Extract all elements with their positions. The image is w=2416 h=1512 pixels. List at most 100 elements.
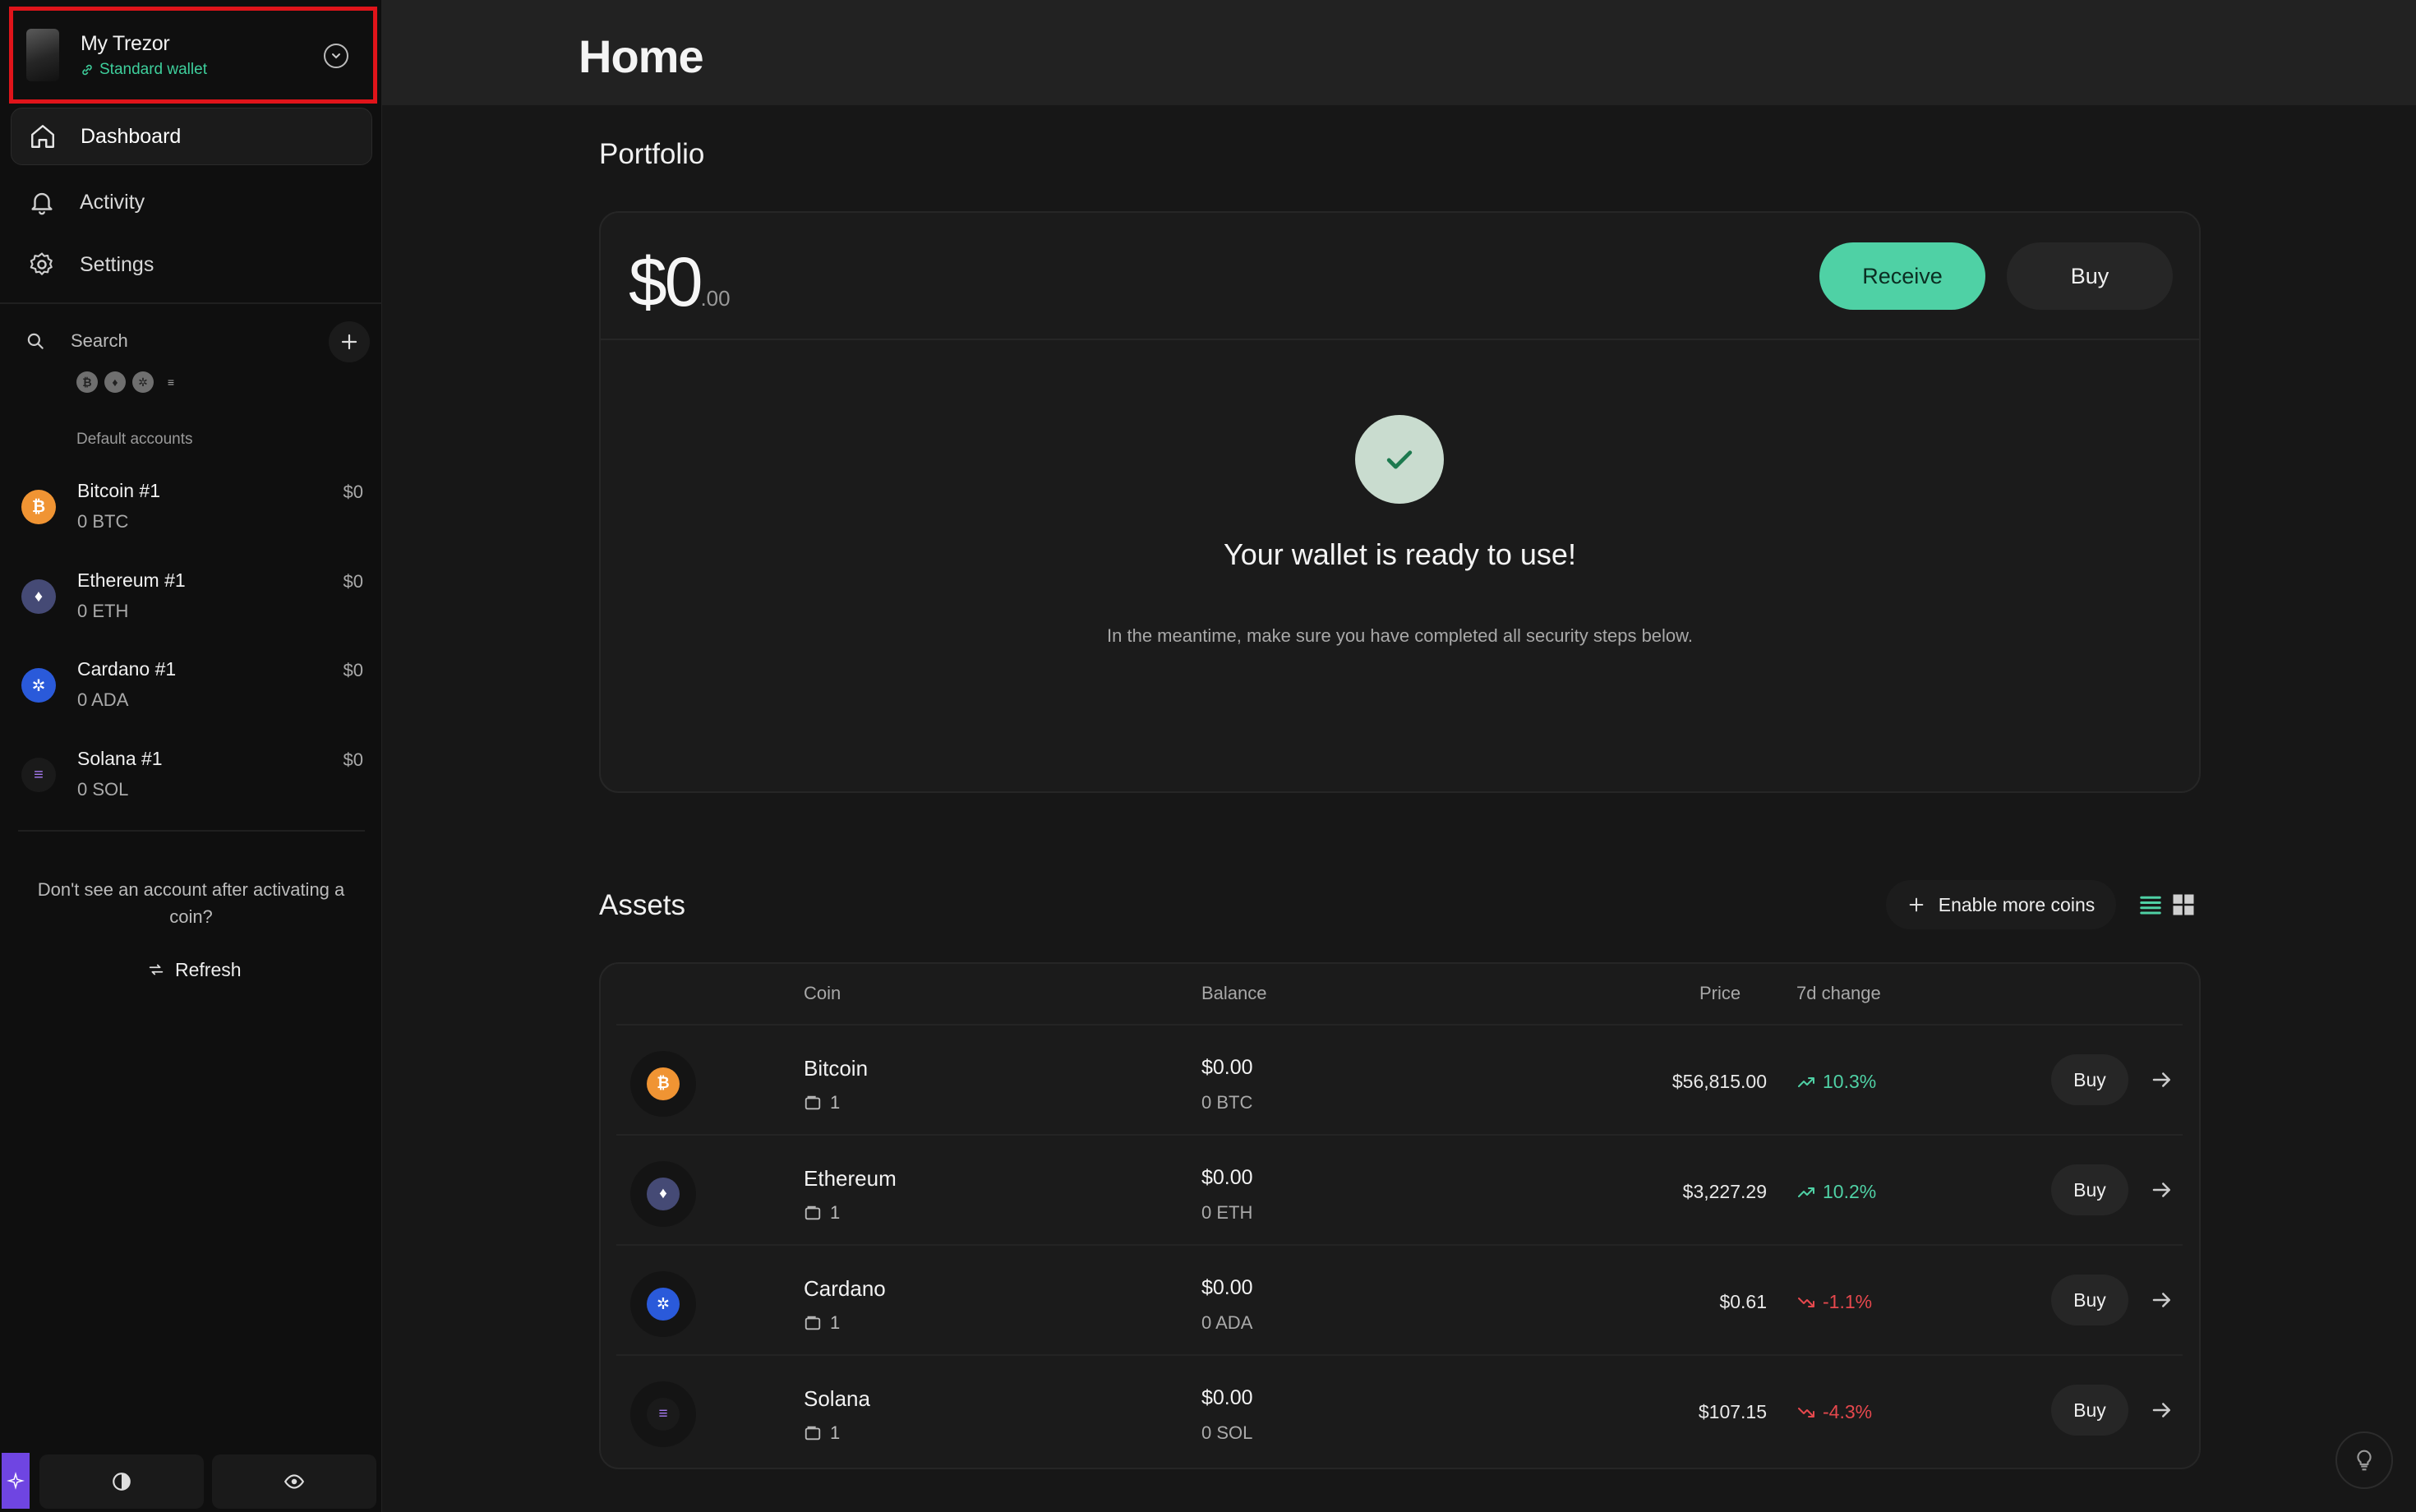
solana-icon: ≡ (21, 758, 56, 792)
change-value: -4.3% (1823, 1401, 1873, 1422)
bitcoin-icon: ₿ (647, 1067, 680, 1100)
account-solana[interactable]: ≡ Solana #1 0 SOL $0 (18, 738, 363, 812)
coin-price: $56,815.00 (1671, 1071, 1767, 1092)
table-row[interactable]: ♦ Ethereum 1 $0.00 0 ETH $3,227.29 10.2%… (599, 1135, 2201, 1245)
column-header-price: Price (1699, 983, 1741, 1003)
refresh-button[interactable]: Refresh (134, 952, 255, 988)
wallet-type-row: Standard wallet (81, 61, 207, 79)
accounts-count: 1 (830, 1202, 841, 1223)
bell-icon (25, 186, 58, 219)
filter-ada[interactable]: ✲ (132, 371, 154, 393)
arrow-right-icon[interactable] (2150, 1178, 2174, 1202)
filter-sol[interactable]: ≡ (160, 371, 182, 393)
account-search[interactable]: Search (25, 321, 370, 362)
coin-balance: $0.00 (1201, 1386, 1253, 1409)
buy-coin-button[interactable]: Buy (2051, 1385, 2128, 1436)
account-ethereum[interactable]: ♦ Ethereum #1 0 ETH $0 (18, 560, 363, 634)
arrow-right-icon[interactable] (2150, 1398, 2174, 1422)
list-view-icon[interactable] (2138, 892, 2163, 917)
buy-coin-button[interactable]: Buy (2051, 1275, 2128, 1325)
coin-price: $107.15 (1698, 1401, 1767, 1422)
account-name: Cardano #1 (77, 658, 177, 680)
discreet-mode-button[interactable] (212, 1454, 376, 1509)
coin-balance-crypto: 0 BTC (1201, 1092, 1253, 1113)
receive-button[interactable]: Receive (1819, 242, 1985, 310)
add-account-button[interactable] (329, 321, 370, 362)
arrow-right-icon[interactable] (2150, 1288, 2174, 1312)
portfolio-card: $0 .00 Receive Buy Your wallet is ready … (599, 211, 2201, 793)
account-amount: 0 BTC (77, 511, 129, 532)
missing-account-hint: Don't see an account after activating a … (37, 879, 345, 927)
trend-up-icon (1798, 1076, 1814, 1087)
search-label: Search (71, 330, 128, 351)
wallet-icon (805, 1095, 821, 1110)
contrast-icon (113, 1473, 131, 1491)
ready-title: Your wallet is ready to use! (1224, 537, 1576, 571)
page-title: Home (579, 30, 704, 82)
cardano-icon: ✲ (21, 668, 56, 703)
wallet-type: Standard wallet (99, 60, 207, 78)
coin-change: 10.2% (1796, 1181, 1876, 1203)
account-cardano[interactable]: ✲ Cardano #1 0 ADA $0 (18, 648, 363, 722)
coin-change: -1.1% (1796, 1291, 1872, 1313)
nav-activity[interactable]: Activity (11, 173, 372, 231)
account-bitcoin[interactable]: ₿ Bitcoin #1 0 BTC $0 (18, 470, 363, 544)
sidebar: My Trezor Standard wallet Dashboard Acti… (0, 0, 382, 1512)
theme-toggle-button[interactable] (39, 1454, 204, 1509)
nav-label: Settings (80, 252, 154, 276)
change-value: 10.3% (1823, 1071, 1877, 1092)
refresh-icon (149, 964, 164, 975)
coin-name: Solana (804, 1386, 870, 1411)
buy-coin-button[interactable]: Buy (2051, 1054, 2128, 1105)
coin-balance: $0.00 (1201, 1056, 1253, 1079)
nav-label: Dashboard (81, 124, 182, 148)
lightbulb-icon[interactable] (2335, 1431, 2393, 1489)
coin-balance: $0.00 (1201, 1276, 1253, 1299)
buy-button[interactable]: Buy (2007, 242, 2173, 310)
balance-main: $0 (629, 243, 703, 320)
accounts-count: 1 (830, 1092, 841, 1113)
coin-balance-crypto: 0 ETH (1201, 1202, 1253, 1223)
wallet-icon (805, 1426, 821, 1441)
coin-accounts: 1 (804, 1202, 840, 1224)
account-amount: 0 ADA (77, 689, 129, 710)
trend-up-icon (1798, 1187, 1814, 1197)
assets-heading: Assets (599, 889, 686, 921)
coin-balance-crypto: 0 SOL (1201, 1422, 1253, 1443)
buy-coin-button[interactable]: Buy (2051, 1164, 2128, 1215)
arrow-right-icon[interactable] (2150, 1067, 2174, 1092)
coin-balance: $0.00 (1201, 1166, 1253, 1189)
table-row[interactable]: ≡ Solana 1 $0.00 0 SOL $107.15 -4.3% Buy (599, 1355, 2201, 1465)
account-name: Bitcoin #1 (77, 480, 161, 501)
account-name: Ethereum #1 (77, 569, 186, 591)
column-header-coin: Coin (804, 983, 841, 1003)
portfolio-balance: $0 .00 (629, 242, 731, 322)
coin-name: Bitcoin (804, 1056, 869, 1081)
check-icon (1355, 415, 1444, 504)
coin-accounts: 1 (804, 1312, 840, 1334)
table-row[interactable]: ₿ Bitcoin 1 $0.00 0 BTC $56,815.00 10.3%… (599, 1025, 2201, 1135)
nav-settings[interactable]: Settings (11, 236, 372, 293)
nav-dashboard[interactable]: Dashboard (11, 108, 372, 165)
account-amount: 0 SOL (77, 779, 129, 800)
gear-icon (25, 248, 58, 281)
debug-tab[interactable] (2, 1453, 30, 1509)
ethereum-icon: ♦ (647, 1178, 680, 1210)
accounts-count: 1 (830, 1422, 841, 1443)
table-row[interactable]: ✲ Cardano 1 $0.00 0 ADA $0.61 -1.1% Buy (599, 1245, 2201, 1355)
bitcoin-icon: ₿ (21, 490, 56, 524)
device-switcher[interactable]: My Trezor Standard wallet (9, 7, 377, 104)
divider (18, 830, 365, 832)
sidebar-footer (0, 1453, 382, 1512)
plus-icon (341, 334, 357, 350)
enable-more-coins-button[interactable]: Enable more coins (1886, 880, 2116, 929)
divider (0, 302, 382, 304)
filter-eth[interactable]: ♦ (104, 371, 126, 393)
change-value: 10.2% (1823, 1181, 1877, 1202)
grid-view-icon[interactable] (2171, 892, 2196, 917)
coin-change: -4.3% (1796, 1401, 1872, 1423)
chevron-down-icon[interactable] (324, 44, 348, 68)
filter-btc[interactable]: ₿ (76, 371, 98, 393)
ethereum-icon: ♦ (21, 579, 56, 614)
device-image (26, 29, 59, 81)
